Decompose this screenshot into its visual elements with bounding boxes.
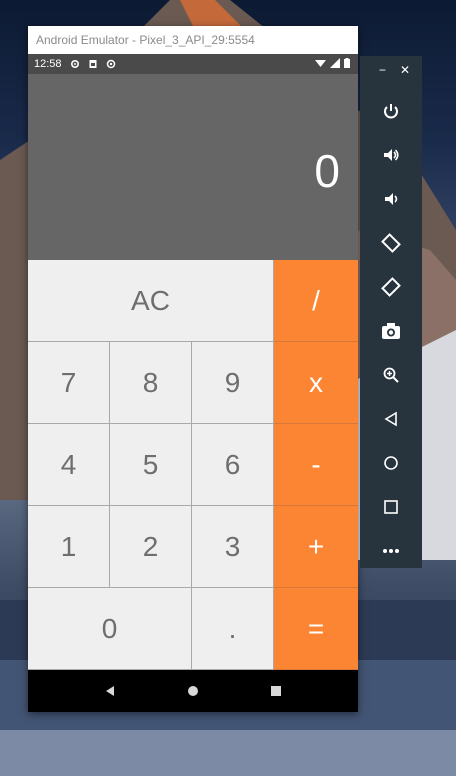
digit-5-button[interactable]: 5 <box>110 424 192 506</box>
digit-9-button[interactable]: 9 <box>192 342 274 424</box>
emulator-window: Android Emulator - Pixel_3_API_29:5554 1… <box>28 26 358 712</box>
settings-icon <box>70 59 80 69</box>
decimal-point-button[interactable]: . <box>192 588 274 670</box>
display-value: 0 <box>314 145 340 197</box>
clear-button[interactable]: AC <box>28 260 274 342</box>
minus-button[interactable]: - <box>274 424 358 506</box>
digit-0-button[interactable]: 0 <box>28 588 192 670</box>
plus-button[interactable]: + <box>274 506 358 588</box>
more-icon[interactable] <box>374 534 408 568</box>
android-nav-bar <box>28 670 358 712</box>
digit-4-button[interactable]: 4 <box>28 424 110 506</box>
digit-2-button[interactable]: 2 <box>110 506 192 588</box>
rotate-left-icon[interactable] <box>374 226 408 260</box>
emulator-side-toolbar: − ✕ <box>360 56 422 568</box>
volume-up-icon[interactable] <box>374 138 408 172</box>
sync-icon <box>106 59 116 69</box>
digit-3-button[interactable]: 3 <box>192 506 274 588</box>
calculator-keypad: AC / 7 8 9 x 4 5 6 - 1 2 3 + 0 . = <box>28 260 358 670</box>
zoom-icon[interactable] <box>374 358 408 392</box>
sim-card-icon <box>88 59 98 69</box>
rotate-right-icon[interactable] <box>374 270 408 304</box>
digit-7-button[interactable]: 7 <box>28 342 110 424</box>
window-title: Android Emulator - Pixel_3_API_29:5554 <box>28 26 358 54</box>
back-icon[interactable] <box>95 676 125 706</box>
minimize-button[interactable]: − <box>379 63 386 77</box>
camera-icon[interactable] <box>374 314 408 348</box>
status-bar: 12:58 <box>28 54 358 74</box>
equals-button[interactable]: = <box>274 588 358 670</box>
signal-icon <box>330 57 340 71</box>
power-icon[interactable] <box>374 94 408 128</box>
back-nav-icon[interactable] <box>374 402 408 436</box>
recents-icon[interactable] <box>261 676 291 706</box>
status-time: 12:58 <box>34 58 62 70</box>
multiply-button[interactable]: x <box>274 342 358 424</box>
digit-1-button[interactable]: 1 <box>28 506 110 588</box>
digit-6-button[interactable]: 6 <box>192 424 274 506</box>
overview-nav-icon[interactable] <box>374 490 408 524</box>
home-icon[interactable] <box>178 676 208 706</box>
home-nav-icon[interactable] <box>374 446 408 480</box>
battery-icon <box>344 57 350 71</box>
calculator-display: 0 <box>28 74 358 260</box>
divide-button[interactable]: / <box>274 260 358 342</box>
volume-down-icon[interactable] <box>374 182 408 216</box>
close-button[interactable]: ✕ <box>400 63 410 77</box>
digit-8-button[interactable]: 8 <box>110 342 192 424</box>
side-toolbar-header: − ✕ <box>360 56 422 84</box>
wifi-icon <box>315 58 326 71</box>
